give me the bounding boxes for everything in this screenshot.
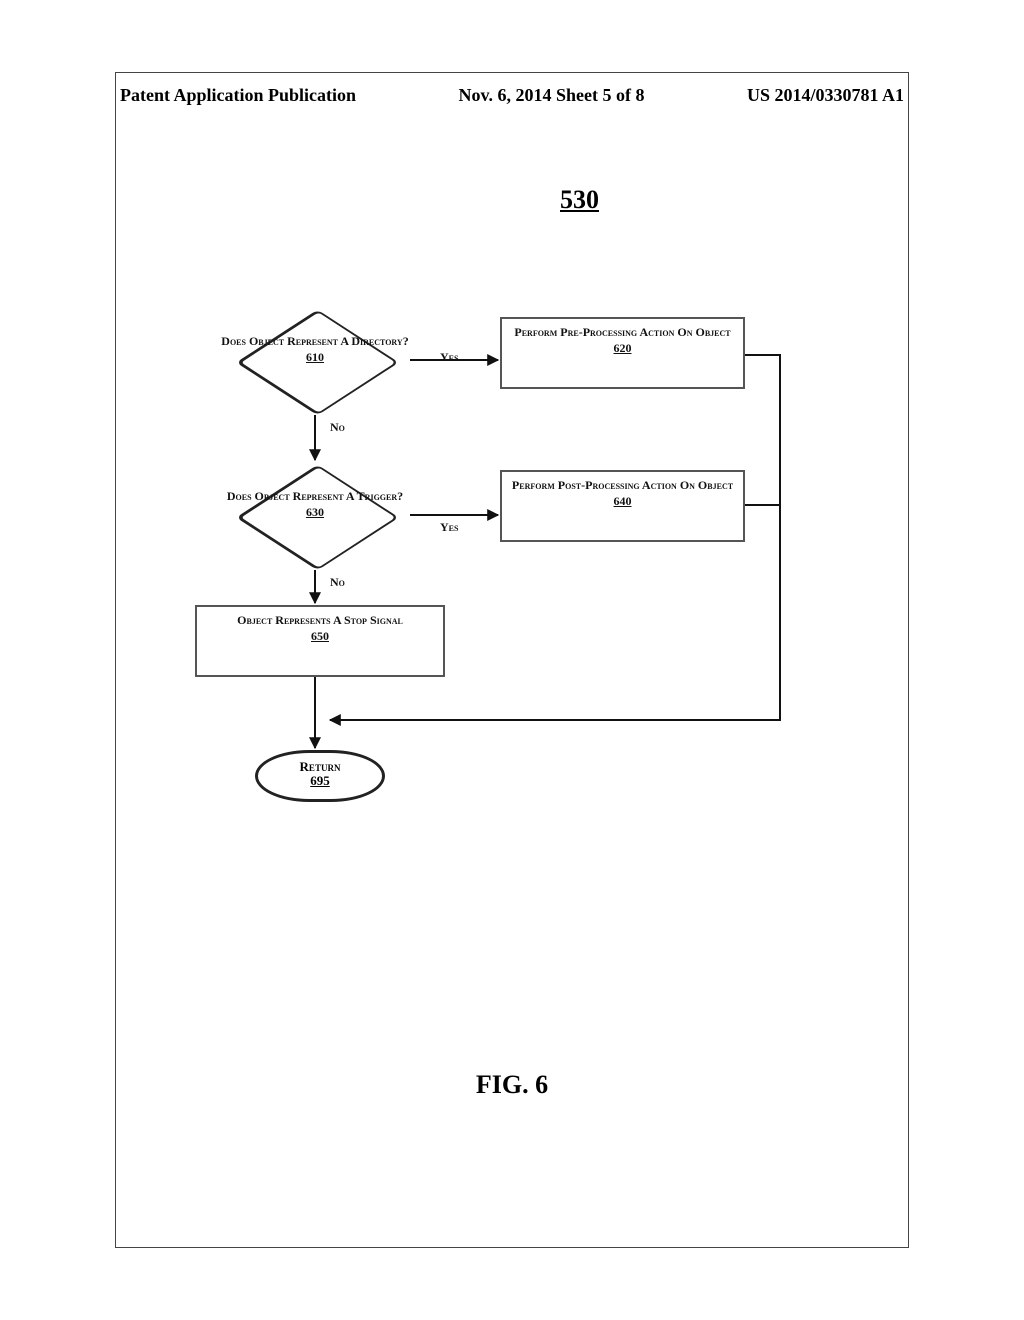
page: Patent Application Publication Nov. 6, 2…	[0, 0, 1024, 1320]
process-620-text: Perform Pre-Processing Action On Object	[514, 325, 730, 339]
figure-caption: FIG. 6	[0, 1070, 1024, 1100]
process-620-ref: 620	[502, 341, 743, 355]
decision-610-text: Does Object Represent A Directory?	[221, 334, 408, 348]
process-650-ref: 650	[197, 629, 443, 643]
page-header: Patent Application Publication Nov. 6, 2…	[120, 85, 904, 106]
process-640: Perform Post-Processing Action On Object…	[500, 470, 745, 542]
figure-reference-number: 530	[560, 185, 599, 215]
process-650-text: Object Represents A Stop Signal	[237, 613, 403, 627]
decision-630: Does Object Represent A Trigger? 630	[220, 490, 410, 520]
header-right: US 2014/0330781 A1	[747, 85, 904, 106]
terminator-695-text: Return	[300, 759, 341, 774]
terminator-695: Return 695	[255, 750, 385, 802]
process-640-text: Perform Post-Processing Action On Object	[512, 478, 733, 492]
decision-630-text: Does Object Represent A Trigger?	[227, 489, 403, 503]
edge-label-no-630: No	[330, 575, 345, 590]
edge-label-no-610: No	[330, 420, 345, 435]
decision-610-ref: 610	[220, 351, 410, 365]
header-center: Nov. 6, 2014 Sheet 5 of 8	[459, 85, 645, 106]
process-620: Perform Pre-Processing Action On Object …	[500, 317, 745, 389]
decision-630-ref: 630	[220, 506, 410, 520]
decision-610: Does Object Represent A Directory? 610	[220, 335, 410, 365]
process-640-ref: 640	[502, 494, 743, 508]
terminator-695-ref: 695	[258, 774, 382, 788]
header-left: Patent Application Publication	[120, 85, 356, 106]
edge-label-yes-610: Yes	[440, 350, 458, 365]
process-650: Object Represents A Stop Signal 650	[195, 605, 445, 677]
flowchart: Yes No Yes No Does Object Represent A Di…	[120, 280, 840, 840]
edge-label-yes-630: Yes	[440, 520, 458, 535]
